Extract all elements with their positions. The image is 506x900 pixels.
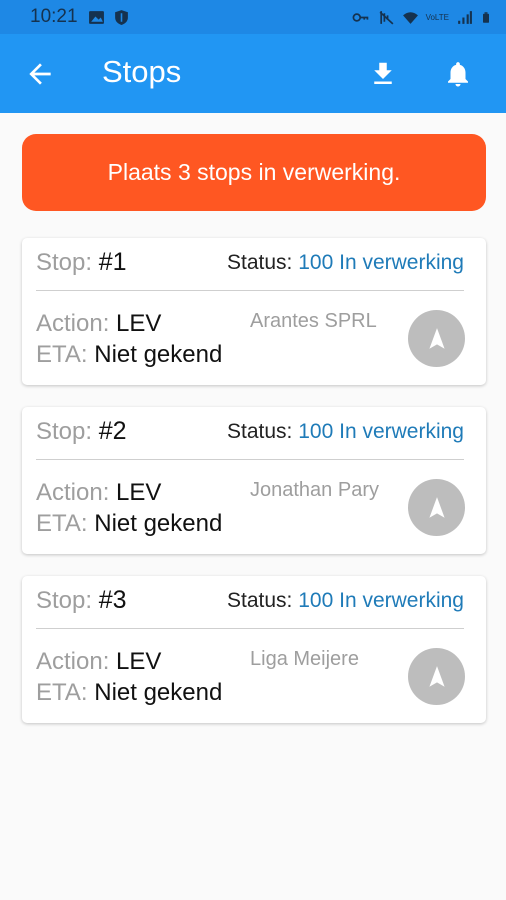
eta-prefix: ETA: — [36, 341, 88, 368]
action-prefix: Action: — [36, 648, 110, 675]
signal-icon — [458, 10, 472, 24]
stop-eta: ETA: Niet gekend — [36, 510, 222, 538]
battery-icon — [483, 11, 489, 23]
eta-prefix: ETA: — [36, 679, 88, 706]
status-value: 100 In verwerking — [298, 589, 464, 612]
customer-name: Liga Meijere — [250, 648, 359, 670]
action-prefix: Action: — [36, 479, 110, 506]
stop-prefix: Stop: — [36, 418, 93, 445]
network-label: VoLTE — [425, 12, 449, 22]
eta-value: Niet gekend — [94, 510, 223, 537]
stop-eta: ETA: Niet gekend — [36, 341, 222, 369]
processing-banner: Plaats 3 stops in verwerking. — [22, 134, 486, 211]
stop-label: Stop: #1 — [36, 248, 127, 277]
wifi-icon — [402, 11, 418, 24]
stop-card[interactable]: Stop: #2 Status: 100 In verwerking Actio… — [22, 407, 486, 554]
arrow-back-icon[interactable] — [24, 58, 56, 90]
stop-label: Stop: #2 — [36, 417, 127, 446]
stop-status: Status: 100 In verwerking — [227, 589, 464, 613]
action-prefix: Action: — [36, 310, 110, 337]
stop-eta: ETA: Niet gekend — [36, 679, 222, 707]
shield-icon — [114, 9, 128, 25]
action-value: LEV — [116, 479, 162, 506]
divider — [36, 628, 464, 629]
stop-status: Status: 100 In verwerking — [227, 251, 464, 275]
status-left-icons — [88, 9, 130, 26]
status-value: 100 In verwerking — [298, 420, 464, 443]
stop-action: Action: LEV — [36, 310, 161, 338]
navigation-icon — [428, 496, 445, 518]
banner-text: Plaats 3 stops in verwerking. — [107, 159, 401, 185]
divider — [36, 459, 464, 460]
eta-value: Niet gekend — [94, 341, 223, 368]
customer-name: Arantes SPRL — [250, 310, 377, 332]
stop-status: Status: 100 In verwerking — [227, 420, 464, 444]
stop-number: #2 — [98, 417, 127, 445]
divider — [36, 290, 464, 291]
stop-prefix: Stop: — [36, 587, 93, 614]
status-time: 10:21 — [30, 6, 78, 27]
status-prefix: Status: — [227, 420, 293, 443]
navigate-button[interactable] — [408, 648, 465, 705]
status-prefix: Status: — [227, 589, 293, 612]
navigate-button[interactable] — [408, 310, 465, 367]
image-icon — [88, 10, 104, 24]
stop-card[interactable]: Stop: #1 Status: 100 In verwerking Actio… — [22, 238, 486, 385]
action-value: LEV — [116, 648, 162, 675]
status-bar: 10:21 VoLTE — [0, 0, 506, 34]
navigation-icon — [428, 327, 445, 349]
eta-prefix: ETA: — [36, 510, 88, 537]
action-value: LEV — [116, 310, 162, 337]
stop-number: #3 — [98, 586, 127, 614]
stop-prefix: Stop: — [36, 249, 93, 276]
stop-number: #1 — [98, 248, 127, 276]
mute-icon — [379, 10, 394, 25]
bell-icon[interactable] — [443, 58, 473, 90]
status-prefix: Status: — [227, 251, 293, 274]
app-bar: Stops — [0, 34, 506, 113]
download-icon[interactable] — [368, 58, 398, 90]
stop-label: Stop: #3 — [36, 586, 127, 615]
status-value: 100 In verwerking — [298, 251, 464, 274]
page-title: Stops — [102, 54, 182, 89]
customer-name: Jonathan Pary — [250, 479, 379, 501]
status-right-icons: VoLTE — [349, 9, 492, 26]
navigate-button[interactable] — [408, 479, 465, 536]
eta-value: Niet gekend — [94, 679, 223, 706]
stop-card[interactable]: Stop: #3 Status: 100 In verwerking Actio… — [22, 576, 486, 723]
navigation-icon — [428, 665, 445, 687]
stop-action: Action: LEV — [36, 479, 161, 507]
key-icon — [352, 12, 368, 22]
stop-action: Action: LEV — [36, 648, 161, 676]
